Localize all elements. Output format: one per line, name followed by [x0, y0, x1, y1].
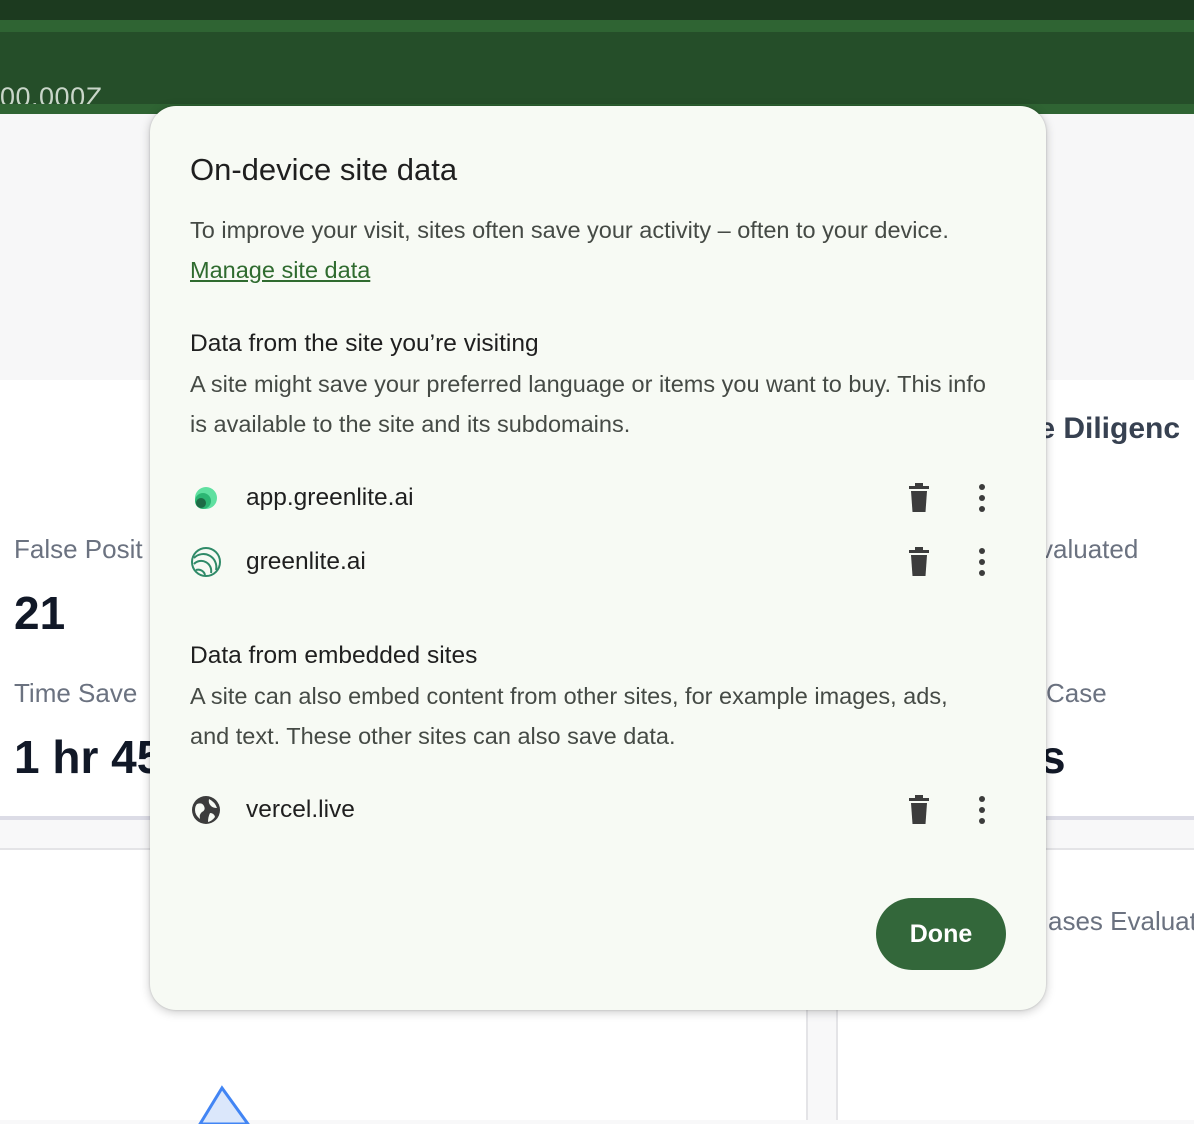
- globe-icon: [192, 796, 220, 824]
- address-bar[interactable]: 00.000Z: [0, 32, 1194, 112]
- stat-value-time-saved: 1 hr 45: [14, 731, 163, 783]
- site-name: greenlite.ai: [246, 548, 366, 575]
- more-options-icon[interactable]: [970, 482, 994, 514]
- site-row-app-greenlite: app.greenlite.ai: [190, 474, 1010, 522]
- site-name: vercel.live: [246, 796, 355, 823]
- section-heading-visiting: Data from the site you’re visiting: [190, 330, 539, 357]
- dialog-title: On-device site data: [190, 152, 458, 187]
- chart-triangle-marker: [198, 1085, 250, 1124]
- dialog-intro-text: To improve your visit, sites often save …: [190, 217, 949, 243]
- stat-value-false-positives: 21: [14, 587, 66, 639]
- stat-label-false-positives: False Posit: [14, 534, 143, 564]
- stat-label-evaluated: valuated: [1040, 534, 1139, 564]
- done-button[interactable]: Done: [876, 898, 1006, 970]
- cases-evaluated-label: ases Evaluat: [1048, 906, 1194, 936]
- dialog-intro: To improve your visit, sites often save …: [190, 210, 990, 290]
- section-heading-embedded: Data from embedded sites: [190, 642, 478, 669]
- browser-tab-strip: [0, 0, 1194, 20]
- site-row-greenlite: greenlite.ai: [190, 538, 1010, 586]
- trash-icon[interactable]: [904, 546, 934, 578]
- stat-label-case: Case: [1046, 678, 1107, 708]
- section-description-embedded: A site can also embed content from other…: [190, 683, 948, 749]
- stat-label-time-saved: Time Save: [14, 678, 138, 708]
- greenlite-app-icon: [195, 487, 217, 509]
- site-row-vercel-live: vercel.live: [190, 786, 1010, 834]
- more-options-icon[interactable]: [970, 794, 994, 826]
- manage-site-data-link[interactable]: Manage site data: [190, 257, 370, 283]
- greenlite-icon: [191, 547, 221, 577]
- trash-icon[interactable]: [904, 482, 934, 514]
- site-name: app.greenlite.ai: [246, 484, 414, 511]
- section-description-visiting: A site might save your preferred languag…: [190, 371, 986, 437]
- toolbar-top-edge: [0, 20, 1194, 32]
- trash-icon[interactable]: [904, 794, 934, 826]
- site-data-dialog: On-device site data To improve your visi…: [150, 106, 1046, 1010]
- more-options-icon[interactable]: [970, 546, 994, 578]
